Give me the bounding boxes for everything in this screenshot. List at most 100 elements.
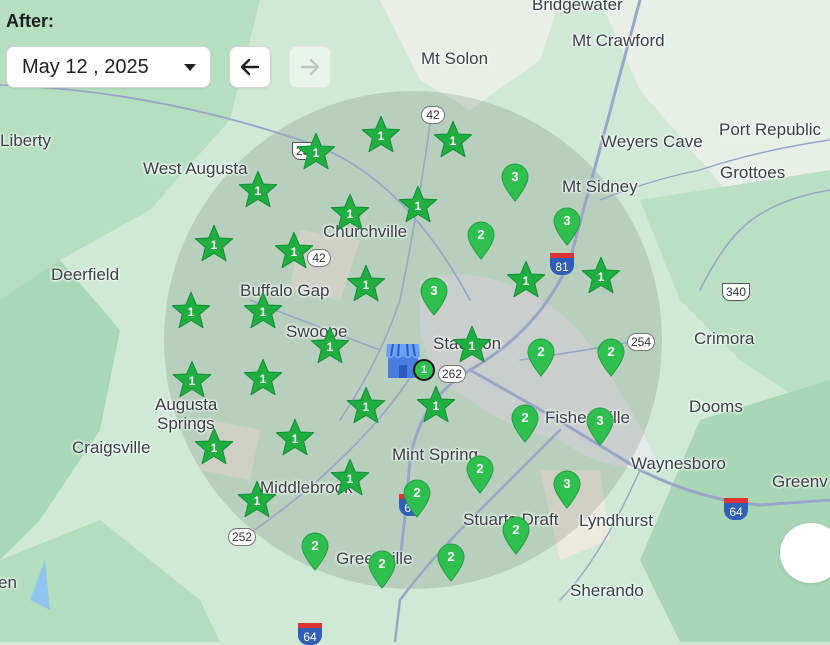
business-store-marker[interactable]: 1	[385, 341, 435, 383]
ranking-star-marker[interactable]: 1	[398, 185, 438, 225]
pin-rank-value: 2	[477, 227, 485, 242]
pin-rank-value: 3	[430, 283, 438, 298]
arrow-right-icon	[300, 58, 320, 76]
ranking-pin-marker[interactable]: 2	[465, 454, 495, 494]
place-label-weyers-cave: Weyers Cave	[601, 132, 703, 151]
star-rank-value: 1	[414, 199, 422, 213]
ranking-star-marker[interactable]: 1	[171, 291, 211, 331]
ranking-star-marker[interactable]: 1	[243, 358, 283, 398]
star-rank-value: 1	[259, 372, 267, 386]
ranking-star-marker[interactable]: 1	[243, 291, 283, 331]
star-rank-value: 1	[346, 472, 354, 486]
after-label: After:	[6, 11, 54, 31]
previous-date-button[interactable]	[229, 46, 271, 88]
star-rank-value: 1	[312, 146, 320, 160]
star-rank-value: 1	[432, 399, 440, 413]
route-shield-i81: 81	[550, 253, 574, 275]
date-select[interactable]: May 12 , 2025	[6, 46, 211, 88]
place-label-dooms: Dooms	[689, 397, 743, 416]
star-rank-value: 1	[291, 432, 299, 446]
ranking-star-marker[interactable]: 1	[330, 458, 370, 498]
ranking-pin-marker[interactable]: 2	[596, 337, 626, 377]
ranking-star-marker[interactable]: 1	[330, 193, 370, 233]
star-rank-value: 1	[326, 340, 334, 354]
ranking-pin-marker[interactable]: 3	[585, 406, 615, 446]
star-rank-value: 1	[254, 184, 262, 198]
ranking-star-marker[interactable]: 1	[433, 120, 473, 160]
route-shield-r252: 252	[228, 528, 257, 546]
ranking-pin-marker[interactable]: 2	[466, 220, 496, 260]
ranking-pin-marker[interactable]: 3	[500, 162, 530, 202]
pin-rank-value: 2	[378, 556, 386, 571]
ranking-star-marker[interactable]: 1	[361, 115, 401, 155]
pin-rank-value: 2	[413, 485, 421, 500]
ranking-pin-marker[interactable]: 2	[501, 515, 531, 555]
ranking-star-marker[interactable]: 1	[194, 224, 234, 264]
date-value: May 12 , 2025	[22, 55, 149, 78]
place-label-crimora: Crimora	[694, 329, 755, 348]
ranking-star-marker[interactable]: 1	[506, 260, 546, 300]
caret-down-icon	[184, 64, 196, 71]
pin-rank-value: 2	[537, 344, 545, 359]
star-rank-value: 1	[188, 374, 196, 388]
ranking-pin-marker[interactable]: 2	[402, 478, 432, 518]
pin-rank-value: 3	[563, 476, 571, 491]
star-rank-value: 1	[259, 305, 267, 319]
place-label-port-republic: Port Republic	[719, 120, 822, 139]
place-label-sherando: Sherando	[570, 581, 644, 600]
ranking-star-marker[interactable]: 1	[346, 386, 386, 426]
star-rank-value: 1	[522, 274, 530, 288]
ranking-star-marker[interactable]: 1	[238, 170, 278, 210]
ranking-star-marker[interactable]: 1	[172, 360, 212, 400]
ranking-star-marker[interactable]: 1	[310, 326, 350, 366]
star-rank-value: 1	[362, 278, 370, 292]
place-label-grottoes: Grottoes	[720, 163, 786, 182]
place-label-greenville-east: Greenv	[772, 472, 828, 491]
store-rank-value: 1	[420, 364, 428, 376]
ranking-star-marker[interactable]: 1	[274, 231, 314, 271]
star-rank-value: 1	[377, 129, 385, 143]
place-label-deerfield: Deerfield	[51, 265, 120, 284]
ranking-star-marker[interactable]: 1	[275, 418, 315, 458]
ranking-pin-marker[interactable]: 2	[510, 403, 540, 443]
next-date-button[interactable]	[289, 46, 331, 88]
ranking-pin-marker[interactable]: 3	[552, 469, 582, 509]
star-rank-value: 1	[346, 207, 354, 221]
place-label-liberty: Liberty	[0, 131, 52, 150]
place-label-mt-sidney: Mt Sidney	[562, 177, 638, 196]
pin-rank-value: 2	[521, 410, 529, 425]
star-rank-value: 1	[210, 441, 218, 455]
star-rank-value: 1	[449, 134, 457, 148]
route-shield-r254: 254	[627, 333, 656, 351]
ranking-star-marker[interactable]: 1	[581, 256, 621, 296]
store-rank-badge: 1	[413, 359, 435, 381]
ranking-pin-marker[interactable]: 3	[419, 276, 449, 316]
star-rank-value: 1	[362, 400, 370, 414]
pin-rank-value: 2	[447, 549, 455, 564]
star-rank-value: 1	[210, 238, 218, 252]
ranking-star-marker[interactable]: 1	[194, 427, 234, 467]
ranking-star-marker[interactable]: 1	[452, 325, 492, 365]
ranking-star-marker[interactable]: 1	[346, 264, 386, 304]
date-filter-bar: After: May 12 , 2025	[0, 0, 830, 110]
pin-rank-value: 3	[563, 213, 571, 228]
pin-rank-value: 2	[607, 344, 615, 359]
place-label-waynesboro: Waynesboro	[631, 454, 726, 473]
ranking-star-marker[interactable]: 1	[416, 385, 456, 425]
ranking-pin-marker[interactable]: 3	[552, 206, 582, 246]
route-shield-us340: 340	[722, 283, 751, 301]
ranking-pin-marker[interactable]: 2	[367, 549, 397, 589]
ranking-pin-marker[interactable]: 2	[300, 531, 330, 571]
place-label-en: en	[0, 573, 17, 592]
pin-rank-value: 2	[311, 538, 319, 553]
ranking-star-marker[interactable]: 1	[237, 480, 277, 520]
place-label-west-augusta: West Augusta	[143, 159, 248, 178]
ranking-star-marker[interactable]: 1	[296, 132, 336, 172]
pin-rank-value: 3	[511, 169, 519, 184]
star-rank-value: 1	[468, 339, 476, 353]
ranking-pin-marker[interactable]: 2	[436, 542, 466, 582]
pin-rank-value: 3	[596, 413, 604, 428]
ranking-pin-marker[interactable]: 2	[526, 337, 556, 377]
route-shield-r262: 262	[438, 365, 467, 383]
star-rank-value: 1	[597, 270, 605, 284]
